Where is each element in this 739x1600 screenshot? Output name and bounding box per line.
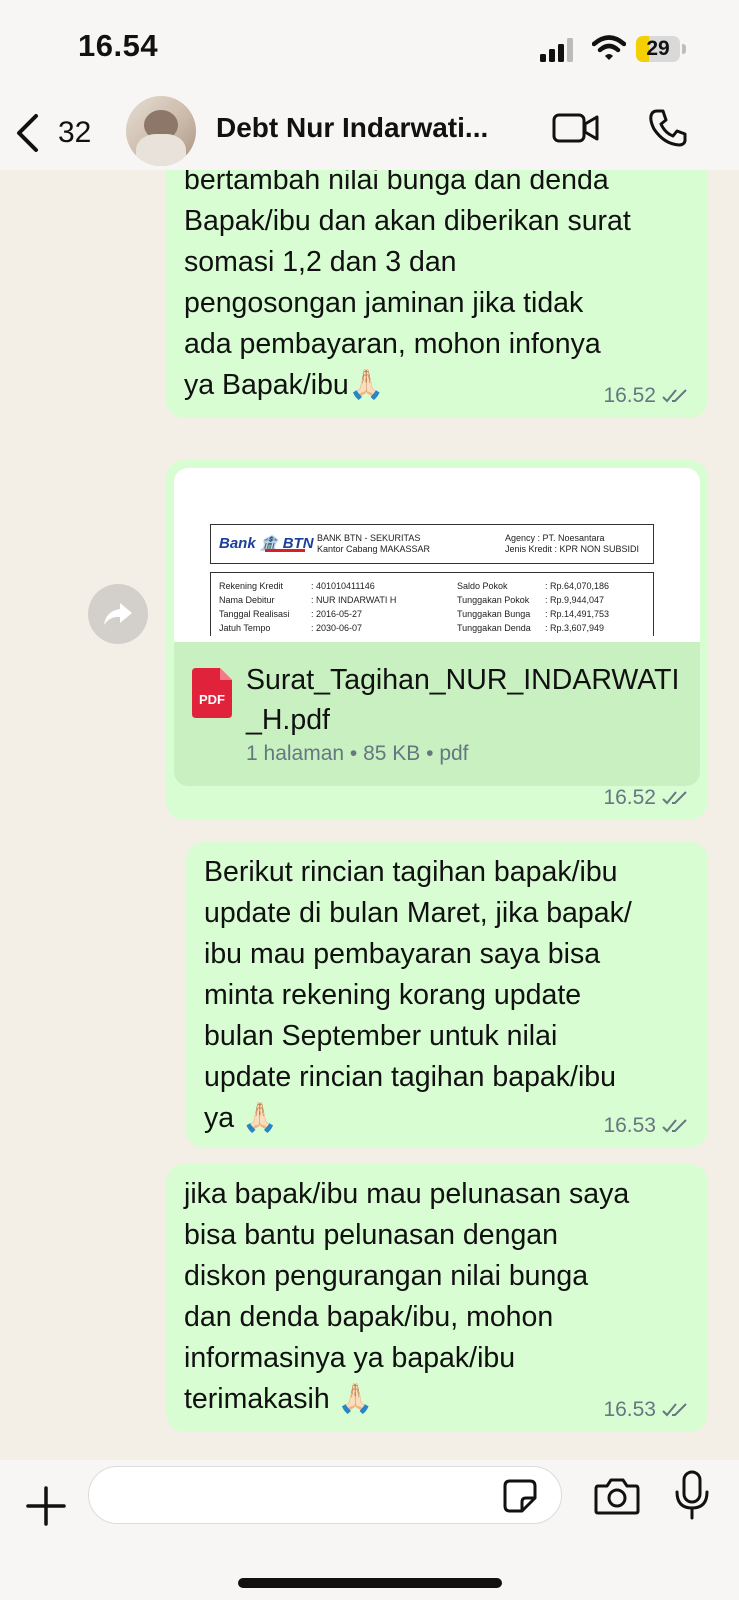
read-ticks-icon: [662, 791, 687, 805]
phone-icon[interactable]: [648, 108, 688, 148]
pdf-filename: Surat_Tagihan_NUR_INDARWATI_H.pdf: [246, 664, 680, 736]
avatar[interactable]: [126, 96, 196, 166]
document-message[interactable]: Bank 🏦 BTN BANK BTN - SEKURITAS Kantor C…: [166, 460, 708, 820]
message-timestamp: 16.53: [603, 1398, 656, 1421]
read-ticks-icon: [662, 1403, 687, 1417]
pdf-file-icon: PDF: [192, 668, 232, 718]
chat-header: 32 Debt Nur Indarwati...: [0, 96, 739, 170]
message-time: 16.52: [603, 384, 690, 408]
video-call-icon[interactable]: [552, 112, 600, 144]
home-indicator: [238, 1578, 502, 1588]
chevron-left-icon: [17, 114, 38, 152]
microphone-icon[interactable]: [674, 1470, 710, 1520]
message-timestamp: 16.53: [603, 1114, 656, 1137]
pdf-label: PDF: [199, 692, 225, 707]
pdf-meta: 1 halaman • 85 KB • pdf: [246, 742, 469, 765]
message-bubble[interactable]: Berikut rincian tagihan bapak/ibu update…: [186, 842, 708, 1148]
read-ticks-icon: [662, 389, 687, 403]
message-input[interactable]: [88, 1466, 562, 1524]
message-timestamp: 16.52: [603, 786, 656, 809]
input-bar: [0, 1460, 739, 1600]
read-ticks-icon: [662, 1119, 687, 1133]
pdf-file-info[interactable]: PDF Surat_Tagihan_NUR_INDARWATI_H.pdf 1 …: [174, 642, 700, 786]
forward-icon: [104, 603, 132, 625]
sticker-icon[interactable]: [502, 1478, 538, 1514]
signal-icon: [540, 38, 573, 62]
message-text: bertambah nilai bunga dan denda Bapak/ib…: [184, 170, 631, 401]
unread-count: 32: [58, 116, 92, 149]
forward-button[interactable]: [88, 584, 148, 644]
message-bubble[interactable]: jika bapak/ibu mau pelunasan saya bisa b…: [166, 1164, 708, 1432]
camera-icon[interactable]: [594, 1476, 640, 1516]
message-time: 16.53: [603, 1114, 690, 1138]
status-bar: 16.54 29: [0, 0, 739, 96]
message-time: 16.53: [603, 1398, 690, 1422]
message-text: jika bapak/ibu mau pelunasan saya bisa b…: [184, 1178, 630, 1415]
contact-name[interactable]: Debt Nur Indarwati...: [216, 112, 488, 144]
battery-indicator: 29: [636, 36, 686, 62]
wifi-icon: [592, 35, 626, 60]
pdf-preview[interactable]: Bank 🏦 BTN BANK BTN - SEKURITAS Kantor C…: [174, 468, 700, 642]
chat-area[interactable]: bertambah nilai bunga dan denda Bapak/ib…: [0, 170, 739, 1460]
status-time: 16.54: [78, 28, 159, 63]
message-timestamp: 16.52: [603, 384, 656, 407]
message-text: Berikut rincian tagihan bapak/ibu update…: [204, 856, 632, 1134]
back-button[interactable]: 32: [14, 108, 104, 158]
battery-level: 29: [646, 37, 670, 60]
pdf-preview-table: Rekening Kredit Nama Debitur Tanggal Reali…: [210, 572, 654, 636]
message-bubble[interactable]: bertambah nilai bunga dan denda Bapak/ib…: [166, 170, 708, 418]
plus-icon[interactable]: [24, 1484, 68, 1528]
message-time: 16.52: [603, 786, 690, 810]
